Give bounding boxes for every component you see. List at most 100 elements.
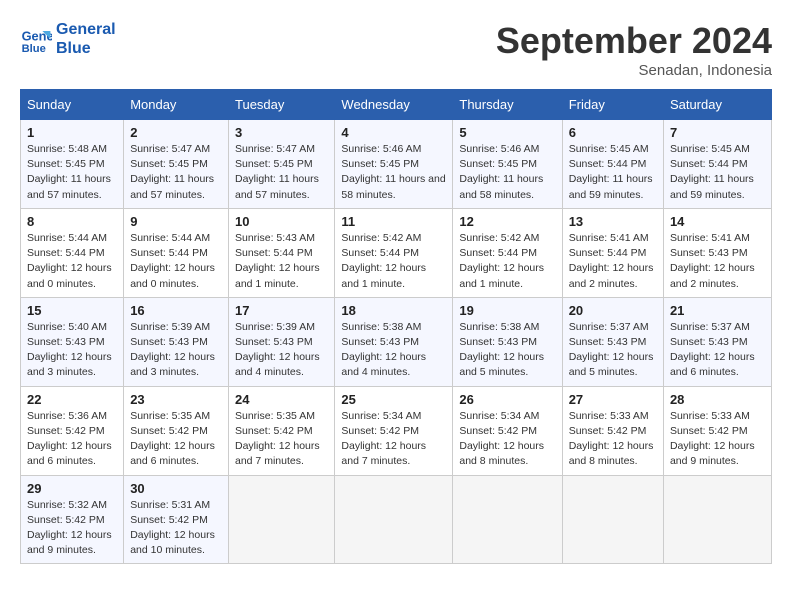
day-info: Sunrise: 5:32 AMSunset: 5:42 PMDaylight:… <box>27 498 117 559</box>
calendar-week-row: 22 Sunrise: 5:36 AMSunset: 5:42 PMDayligh… <box>21 386 772 475</box>
calendar-cell: 24 Sunrise: 5:35 AMSunset: 5:42 PMDayligh… <box>229 386 335 475</box>
calendar-cell: 6Sunrise: 5:45 AMSunset: 5:44 PMDaylight… <box>562 120 663 209</box>
calendar-week-row: 1Sunrise: 5:48 AMSunset: 5:45 PMDaylight… <box>21 120 772 209</box>
svg-text:Blue: Blue <box>22 43 46 55</box>
day-number: 16 <box>130 303 222 318</box>
day-info: Sunrise: 5:37 AMSunset: 5:43 PMDaylight:… <box>670 320 765 381</box>
day-number: 12 <box>459 214 555 229</box>
day-of-week-header: Thursday <box>453 90 562 120</box>
logo-line2: Blue <box>56 39 116 58</box>
day-number: 9 <box>130 214 222 229</box>
calendar-cell: 16 Sunrise: 5:39 AMSunset: 5:43 PMDayligh… <box>124 297 229 386</box>
day-number: 28 <box>670 392 765 407</box>
calendar-cell: 18 Sunrise: 5:38 AMSunset: 5:43 PMDayligh… <box>335 297 453 386</box>
day-info: Sunrise: 5:37 AMSunset: 5:43 PMDaylight:… <box>569 320 657 381</box>
day-number: 1 <box>27 125 117 140</box>
day-info: Sunrise: 5:36 AMSunset: 5:42 PMDaylight:… <box>27 409 117 470</box>
day-of-week-header: Sunday <box>21 90 124 120</box>
day-number: 19 <box>459 303 555 318</box>
day-info: Sunrise: 5:44 AMSunset: 5:44 PMDaylight:… <box>27 231 117 292</box>
calendar-cell: 20 Sunrise: 5:37 AMSunset: 5:43 PMDayligh… <box>562 297 663 386</box>
day-number: 11 <box>341 214 446 229</box>
day-info: Sunrise: 5:33 AMSunset: 5:42 PMDaylight:… <box>670 409 765 470</box>
day-of-week-header: Friday <box>562 90 663 120</box>
day-info: Sunrise: 5:45 AMSunset: 5:44 PMDaylight:… <box>670 142 765 203</box>
day-number: 27 <box>569 392 657 407</box>
calendar-cell: 30 Sunrise: 5:31 AMSunset: 5:42 PMDayligh… <box>124 475 229 564</box>
day-info: Sunrise: 5:47 AMSunset: 5:45 PMDaylight:… <box>235 142 328 203</box>
calendar-cell: 23 Sunrise: 5:35 AMSunset: 5:42 PMDayligh… <box>124 386 229 475</box>
calendar-cell: 26 Sunrise: 5:34 AMSunset: 5:42 PMDayligh… <box>453 386 562 475</box>
calendar-cell: 5Sunrise: 5:46 AMSunset: 5:45 PMDaylight… <box>453 120 562 209</box>
calendar-cell: 28 Sunrise: 5:33 AMSunset: 5:42 PMDayligh… <box>663 386 771 475</box>
calendar-cell: 7Sunrise: 5:45 AMSunset: 5:44 PMDaylight… <box>663 120 771 209</box>
day-number: 23 <box>130 392 222 407</box>
logo-icon: General Blue <box>20 23 52 55</box>
day-info: Sunrise: 5:33 AMSunset: 5:42 PMDaylight:… <box>569 409 657 470</box>
day-number: 6 <box>569 125 657 140</box>
day-number: 24 <box>235 392 328 407</box>
day-info: Sunrise: 5:38 AMSunset: 5:43 PMDaylight:… <box>341 320 446 381</box>
day-info: Sunrise: 5:42 AMSunset: 5:44 PMDaylight:… <box>341 231 446 292</box>
day-number: 30 <box>130 481 222 496</box>
day-number: 3 <box>235 125 328 140</box>
day-number: 13 <box>569 214 657 229</box>
calendar-cell: 27 Sunrise: 5:33 AMSunset: 5:42 PMDayligh… <box>562 386 663 475</box>
calendar-cell <box>229 475 335 564</box>
day-info: Sunrise: 5:35 AMSunset: 5:42 PMDaylight:… <box>130 409 222 470</box>
calendar-cell: 17Sunrise: 5:39 AMSunset: 5:43 PMDayligh… <box>229 297 335 386</box>
svg-text:General: General <box>22 29 52 44</box>
location-subtitle: Senadan, Indonesia <box>496 62 772 79</box>
calendar-table: SundayMondayTuesdayWednesdayThursdayFrid… <box>20 89 772 564</box>
calendar-week-row: 15 Sunrise: 5:40 AMSunset: 5:43 PMDayligh… <box>21 297 772 386</box>
page-header: General Blue General Blue September 2024… <box>20 20 772 79</box>
calendar-cell <box>453 475 562 564</box>
day-of-week-header: Monday <box>124 90 229 120</box>
calendar-week-row: 29 Sunrise: 5:32 AMSunset: 5:42 PMDayligh… <box>21 475 772 564</box>
day-number: 14 <box>670 214 765 229</box>
calendar-cell <box>663 475 771 564</box>
day-number: 20 <box>569 303 657 318</box>
calendar-cell: 1Sunrise: 5:48 AMSunset: 5:45 PMDaylight… <box>21 120 124 209</box>
day-info: Sunrise: 5:40 AMSunset: 5:43 PMDaylight:… <box>27 320 117 381</box>
day-number: 10 <box>235 214 328 229</box>
day-number: 18 <box>341 303 446 318</box>
day-info: Sunrise: 5:38 AMSunset: 5:43 PMDaylight:… <box>459 320 555 381</box>
day-info: Sunrise: 5:35 AMSunset: 5:42 PMDaylight:… <box>235 409 328 470</box>
calendar-cell: 8Sunrise: 5:44 AMSunset: 5:44 PMDaylight… <box>21 208 124 297</box>
day-number: 29 <box>27 481 117 496</box>
calendar-body: 1Sunrise: 5:48 AMSunset: 5:45 PMDaylight… <box>21 120 772 564</box>
calendar-week-row: 8Sunrise: 5:44 AMSunset: 5:44 PMDaylight… <box>21 208 772 297</box>
day-info: Sunrise: 5:44 AMSunset: 5:44 PMDaylight:… <box>130 231 222 292</box>
title-block: September 2024 Senadan, Indonesia <box>496 20 772 79</box>
day-info: Sunrise: 5:34 AMSunset: 5:42 PMDaylight:… <box>459 409 555 470</box>
day-number: 26 <box>459 392 555 407</box>
day-number: 15 <box>27 303 117 318</box>
calendar-cell: 2Sunrise: 5:47 AMSunset: 5:45 PMDaylight… <box>124 120 229 209</box>
day-number: 22 <box>27 392 117 407</box>
calendar-cell: 19 Sunrise: 5:38 AMSunset: 5:43 PMDayligh… <box>453 297 562 386</box>
calendar-cell: 15 Sunrise: 5:40 AMSunset: 5:43 PMDayligh… <box>21 297 124 386</box>
calendar-cell: 29 Sunrise: 5:32 AMSunset: 5:42 PMDayligh… <box>21 475 124 564</box>
month-title: September 2024 <box>496 20 772 62</box>
calendar-header-row: SundayMondayTuesdayWednesdayThursdayFrid… <box>21 90 772 120</box>
day-info: Sunrise: 5:41 AMSunset: 5:44 PMDaylight:… <box>569 231 657 292</box>
day-number: 5 <box>459 125 555 140</box>
calendar-cell: 10Sunrise: 5:43 AMSunset: 5:44 PMDayligh… <box>229 208 335 297</box>
calendar-cell: 13 Sunrise: 5:41 AMSunset: 5:44 PMDayligh… <box>562 208 663 297</box>
day-info: Sunrise: 5:41 AMSunset: 5:43 PMDaylight:… <box>670 231 765 292</box>
logo-line1: General <box>56 20 116 39</box>
day-number: 21 <box>670 303 765 318</box>
calendar-cell: 14 Sunrise: 5:41 AMSunset: 5:43 PMDayligh… <box>663 208 771 297</box>
day-number: 4 <box>341 125 446 140</box>
day-info: Sunrise: 5:34 AMSunset: 5:42 PMDaylight:… <box>341 409 446 470</box>
day-info: Sunrise: 5:39 AMSunset: 5:43 PMDaylight:… <box>235 320 328 381</box>
day-of-week-header: Tuesday <box>229 90 335 120</box>
logo: General Blue General Blue <box>20 20 116 58</box>
day-info: Sunrise: 5:47 AMSunset: 5:45 PMDaylight:… <box>130 142 222 203</box>
day-info: Sunrise: 5:42 AMSunset: 5:44 PMDaylight:… <box>459 231 555 292</box>
day-info: Sunrise: 5:39 AMSunset: 5:43 PMDaylight:… <box>130 320 222 381</box>
day-info: Sunrise: 5:31 AMSunset: 5:42 PMDaylight:… <box>130 498 222 559</box>
calendar-cell <box>562 475 663 564</box>
calendar-cell: 9 Sunrise: 5:44 AMSunset: 5:44 PMDaylight… <box>124 208 229 297</box>
